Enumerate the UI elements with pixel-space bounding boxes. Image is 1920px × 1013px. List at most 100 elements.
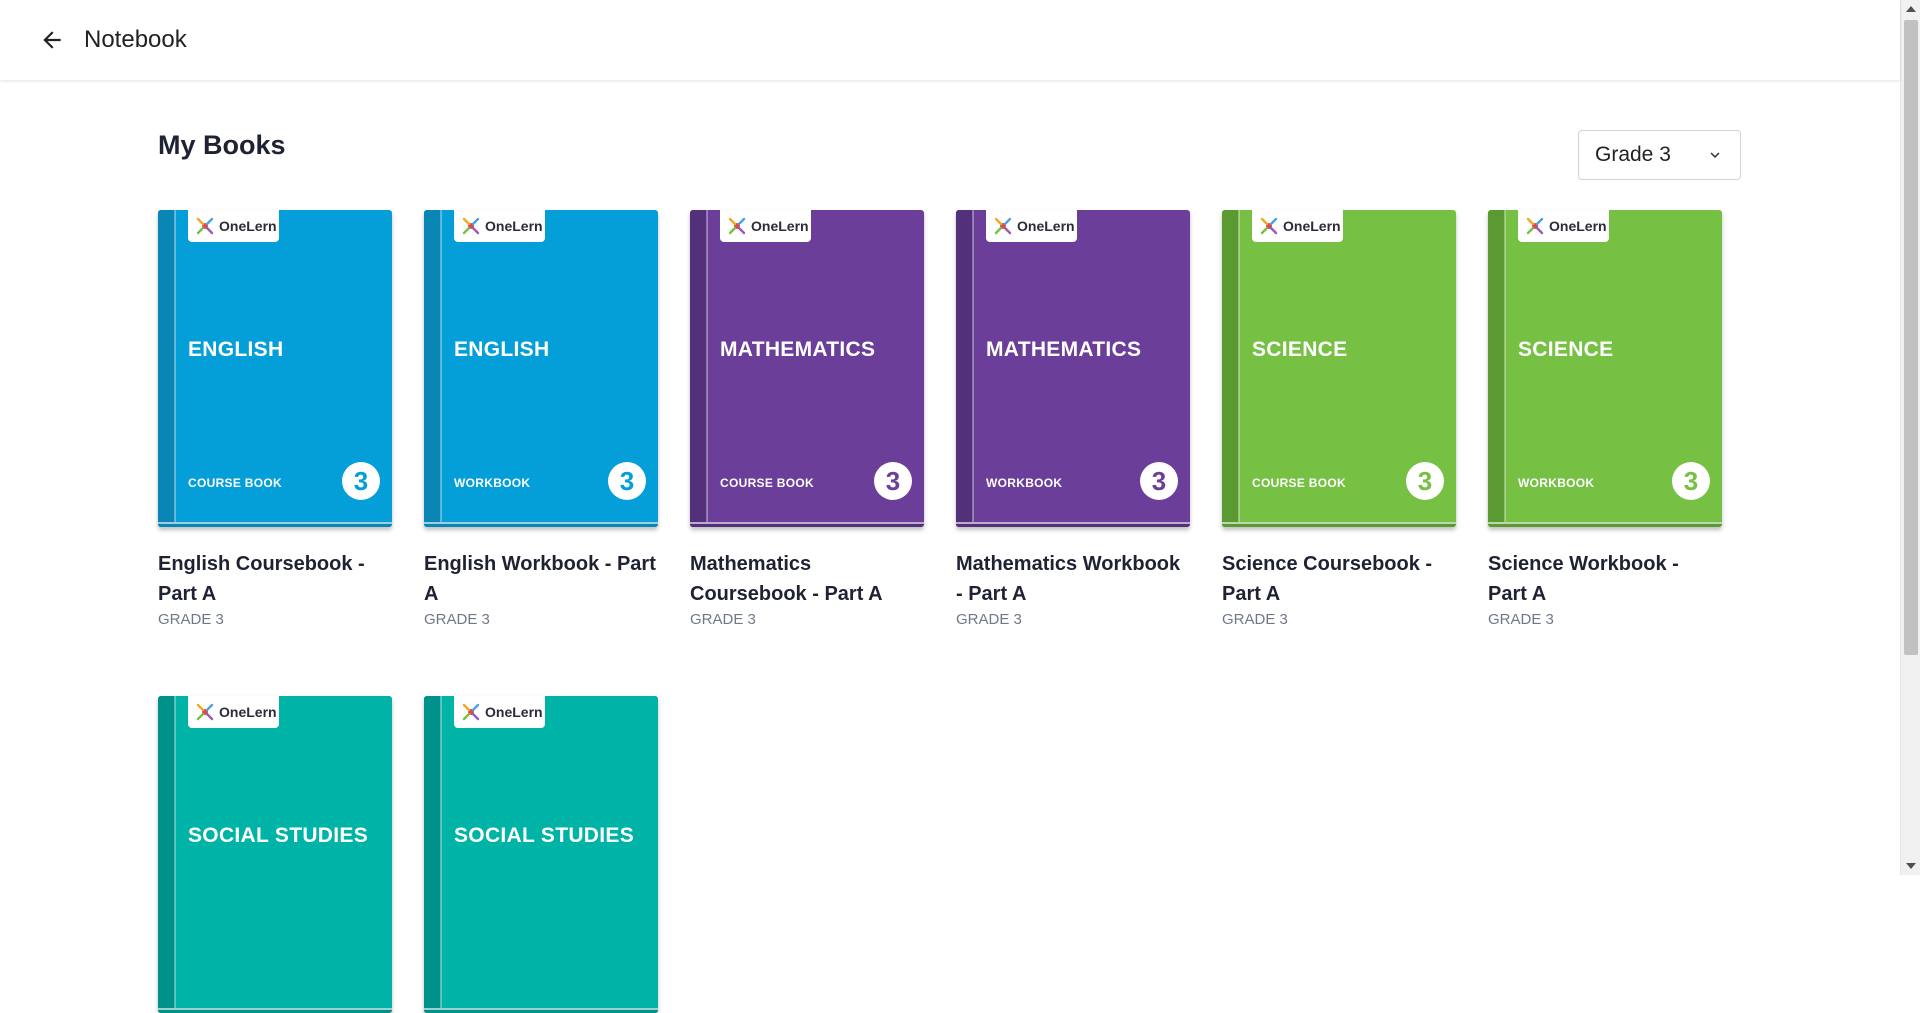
vertical-scrollbar[interactable]	[1900, 0, 1920, 875]
book-card[interactable]: OneLern SOCIAL STUDIES	[158, 696, 392, 1013]
brand-name: OneLern	[485, 704, 543, 720]
grade-badge: 3	[1140, 462, 1178, 500]
book-cover[interactable]: OneLern ENGLISH COURSE BOOK 3	[158, 210, 392, 527]
brand-tag: OneLern	[454, 696, 545, 728]
onelern-logo-icon	[1260, 217, 1278, 235]
book-title[interactable]: Mathematics Coursebook - Part A	[690, 549, 924, 609]
brand-tag: OneLern	[1518, 210, 1609, 242]
book-type: WORKBOOK	[454, 476, 531, 490]
book-page-edge	[956, 522, 1190, 524]
book-page-edge	[158, 1008, 392, 1010]
brand-tag: OneLern	[188, 696, 279, 728]
book-grade: GRADE 3	[956, 611, 1022, 628]
onelern-logo-icon	[462, 703, 480, 721]
book-subject: SOCIAL STUDIES	[188, 824, 369, 847]
book-cover[interactable]: OneLern ENGLISH WORKBOOK 3	[424, 210, 658, 527]
brand-name: OneLern	[219, 218, 277, 234]
app-header: Notebook	[0, 0, 1900, 80]
brand-tag: OneLern	[454, 210, 545, 242]
brand-name: OneLern	[751, 218, 809, 234]
book-card[interactable]: OneLern ENGLISH COURSE BOOK 3 English Course…	[158, 210, 392, 628]
book-page-edge	[690, 522, 924, 524]
book-card[interactable]: OneLern MATHEMATICS COURSE BOOK 3 Mathematic…	[690, 210, 924, 628]
grade-select-value: Grade 3	[1595, 143, 1671, 166]
book-spine	[1222, 210, 1239, 527]
scroll-down-arrow-icon[interactable]	[1906, 863, 1916, 869]
onelern-logo-icon	[196, 703, 214, 721]
book-type: WORKBOOK	[1518, 476, 1595, 490]
book-spine	[158, 210, 175, 527]
book-spine-line	[706, 210, 708, 527]
brand-name: OneLern	[219, 704, 277, 720]
book-spine	[158, 696, 175, 1013]
scrollbar-thumb[interactable]	[1904, 20, 1918, 655]
grade-badge: 3	[874, 462, 912, 500]
scroll-up-arrow-icon[interactable]	[1906, 6, 1916, 12]
grade-badge: 3	[1406, 462, 1444, 500]
book-cover[interactable]: OneLern SOCIAL STUDIES	[158, 696, 392, 1013]
back-button[interactable]	[32, 20, 72, 60]
book-card[interactable]: OneLern ENGLISH WORKBOOK 3 English Workbook …	[424, 210, 658, 628]
brand-name: OneLern	[1283, 218, 1341, 234]
onelern-logo-icon	[994, 217, 1012, 235]
arrow-left-icon	[43, 31, 61, 49]
book-card[interactable]: OneLern MATHEMATICS WORKBOOK 3 Mathematics W…	[956, 210, 1190, 628]
book-title[interactable]: English Workbook - Part A	[424, 549, 658, 609]
book-subject: MATHEMATICS	[720, 338, 876, 361]
brand-name: OneLern	[1017, 218, 1075, 234]
book-subject: SCIENCE	[1518, 338, 1614, 361]
book-subject: ENGLISH	[188, 338, 284, 361]
book-title[interactable]: Mathematics Workbook - Part A	[956, 549, 1190, 609]
book-title[interactable]: Science Coursebook - Part A	[1222, 549, 1456, 609]
book-subject: MATHEMATICS	[986, 338, 1142, 361]
book-spine	[690, 210, 707, 527]
book-grade: GRADE 3	[1488, 611, 1554, 628]
page-title: My Books	[158, 130, 286, 160]
book-page-edge	[1222, 522, 1456, 524]
onelern-logo-icon	[1526, 217, 1544, 235]
book-type: WORKBOOK	[986, 476, 1063, 490]
brand-tag: OneLern	[986, 210, 1077, 242]
book-grade: GRADE 3	[690, 611, 756, 628]
chevron-down-icon	[1710, 152, 1720, 158]
book-spine	[424, 696, 441, 1013]
book-cover[interactable]: OneLern SCIENCE COURSE BOOK 3	[1222, 210, 1456, 527]
book-page-edge	[158, 522, 392, 524]
brand-name: OneLern	[1549, 218, 1607, 234]
book-card[interactable]: OneLern SCIENCE COURSE BOOK 3 Science Course…	[1222, 210, 1456, 628]
grade-badge: 3	[1672, 462, 1710, 500]
book-spine	[956, 210, 973, 527]
book-card[interactable]: OneLern SCIENCE WORKBOOK 3 Science Workbook …	[1488, 210, 1722, 628]
page-header-title: Notebook	[84, 26, 187, 53]
book-spine-line	[440, 210, 442, 527]
grade-badge: 3	[342, 462, 380, 500]
onelern-logo-icon	[728, 217, 746, 235]
brand-tag: OneLern	[720, 210, 811, 242]
book-grade: GRADE 3	[1222, 611, 1288, 628]
book-page-edge	[424, 1008, 658, 1010]
book-grade: GRADE 3	[158, 611, 224, 628]
book-title[interactable]: Science Workbook - Part A	[1488, 549, 1722, 609]
book-type: COURSE BOOK	[188, 476, 282, 490]
book-grade: GRADE 3	[424, 611, 490, 628]
book-cover[interactable]: OneLern MATHEMATICS COURSE BOOK 3	[690, 210, 924, 527]
grade-badge: 3	[608, 462, 646, 500]
book-card[interactable]: OneLern SOCIAL STUDIES	[424, 696, 658, 1013]
brand-tag: OneLern	[1252, 210, 1343, 242]
book-cover[interactable]: OneLern SOCIAL STUDIES	[424, 696, 658, 1013]
book-subject: ENGLISH	[454, 338, 550, 361]
book-subject: SCIENCE	[1252, 338, 1348, 361]
book-spine	[424, 210, 441, 527]
brand-tag: OneLern	[188, 210, 279, 242]
book-cover[interactable]: OneLern SCIENCE WORKBOOK 3	[1488, 210, 1722, 527]
book-type: COURSE BOOK	[720, 476, 814, 490]
book-spine-line	[174, 696, 176, 1013]
book-cover[interactable]: OneLern MATHEMATICS WORKBOOK 3	[956, 210, 1190, 527]
book-title[interactable]: English Coursebook - Part A	[158, 549, 392, 609]
grade-select[interactable]: Grade 3	[1578, 130, 1741, 180]
book-spine-line	[972, 210, 974, 527]
book-spine	[1488, 210, 1505, 527]
brand-name: OneLern	[485, 218, 543, 234]
onelern-logo-icon	[196, 217, 214, 235]
book-page-edge	[1488, 522, 1722, 524]
